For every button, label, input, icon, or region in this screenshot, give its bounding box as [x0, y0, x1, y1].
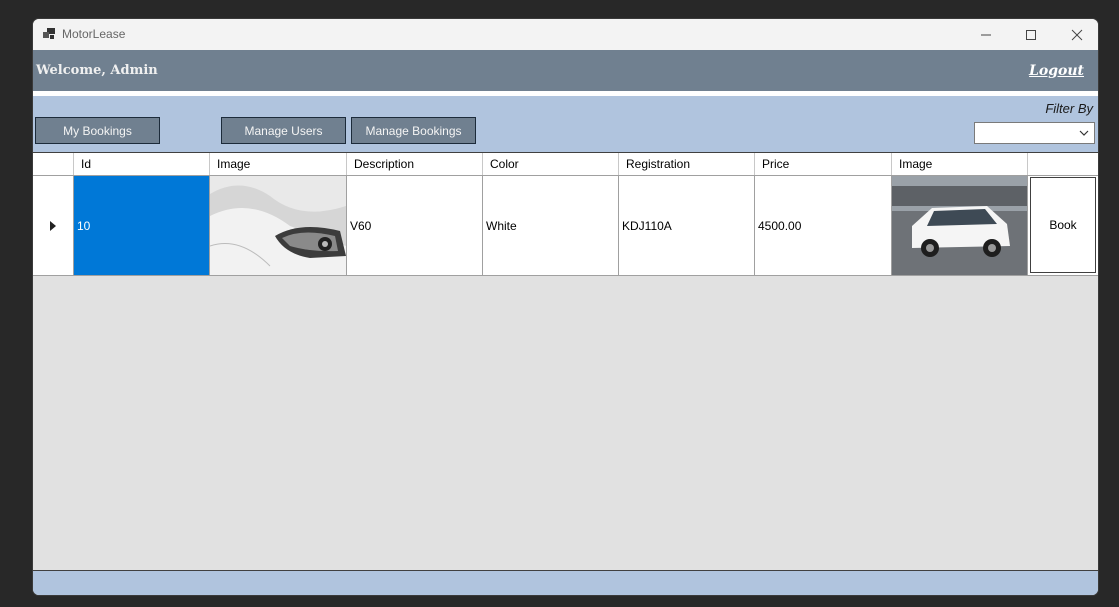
manage-bookings-button[interactable]: Manage Bookings: [351, 117, 476, 144]
cell-description[interactable]: V60: [347, 176, 483, 275]
cell-registration[interactable]: KDJ110A: [619, 176, 755, 275]
row-pointer-icon: [50, 220, 56, 231]
column-header-id[interactable]: Id: [74, 153, 210, 175]
manage-users-button[interactable]: Manage Users: [221, 117, 346, 144]
column-header-image[interactable]: Image: [210, 153, 347, 175]
cell-id[interactable]: 10: [74, 176, 210, 275]
cell-image-car[interactable]: [892, 176, 1028, 275]
cell-price[interactable]: 4500.00: [755, 176, 892, 275]
my-bookings-button[interactable]: My Bookings: [35, 117, 160, 144]
toolbar: My Bookings Manage Users Manage Bookings…: [33, 96, 1098, 152]
cell-image-detail[interactable]: [210, 176, 347, 275]
close-button[interactable]: [1054, 19, 1098, 50]
column-header-description[interactable]: Description: [347, 153, 483, 175]
row-selector[interactable]: [33, 176, 74, 275]
window-title: MotorLease: [62, 27, 126, 41]
header-bar: Welcome, Admin Logout: [33, 50, 1098, 91]
app-icon: [43, 28, 55, 39]
status-bar: [33, 571, 1098, 595]
grid-header-row: Id Image Description Color Registration …: [33, 153, 1098, 176]
welcome-text: Welcome, Admin: [36, 63, 158, 78]
column-header-price[interactable]: Price: [755, 153, 892, 175]
logout-link[interactable]: Logout: [1029, 63, 1084, 79]
table-row[interactable]: 10 V60 White KDJ110A 4500.00 Book: [33, 176, 1098, 276]
maximize-icon: [1026, 29, 1036, 40]
car-photo-image: [892, 176, 1027, 275]
column-header-action[interactable]: [1028, 153, 1098, 175]
cars-grid[interactable]: Id Image Description Color Registration …: [33, 152, 1098, 571]
row-header-corner: [33, 153, 74, 175]
app-window: MotorLease Welcome, Admin Logout My Book…: [32, 18, 1099, 596]
filter-label: Filter By: [1045, 101, 1093, 116]
minimize-button[interactable]: [963, 19, 1009, 50]
book-button[interactable]: Book: [1030, 177, 1096, 273]
chevron-down-icon: [1079, 130, 1089, 136]
close-icon: [1071, 29, 1083, 40]
column-header-color[interactable]: Color: [483, 153, 619, 175]
car-headlight-image: [210, 176, 346, 275]
column-header-image-2[interactable]: Image: [892, 153, 1028, 175]
column-header-registration[interactable]: Registration: [619, 153, 755, 175]
maximize-button[interactable]: [1008, 19, 1054, 50]
title-bar[interactable]: MotorLease: [33, 19, 1098, 50]
cell-color[interactable]: White: [483, 176, 619, 275]
minimize-icon: [981, 34, 991, 35]
filter-dropdown[interactable]: [974, 122, 1095, 144]
